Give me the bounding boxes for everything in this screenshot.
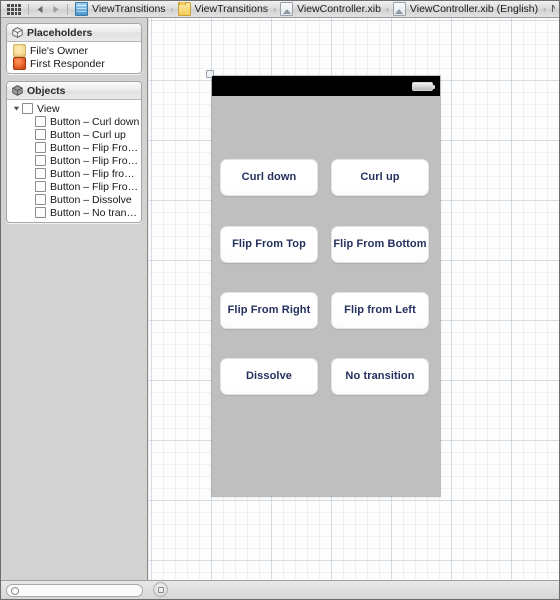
battery-icon <box>412 82 435 91</box>
button-flip-from-bottom[interactable]: Flip From Bottom <box>331 226 429 263</box>
design-canvas[interactable]: Curl down Curl up Flip From Top Flip Fro… <box>149 18 559 599</box>
tree-item-view[interactable]: View <box>7 102 141 115</box>
button-label: Flip From Bottom <box>333 238 427 251</box>
tree-item-button-flip-from-top[interactable]: Button – Flip From Top <box>7 141 141 154</box>
tree-item-label: Button – Dissolve <box>50 193 132 206</box>
bottom-bar <box>1 580 559 599</box>
tree-item-label: View <box>37 102 60 115</box>
breadcrumb-item-selection[interactable]: No Selection <box>550 3 555 15</box>
filter-circle-icon <box>11 586 19 595</box>
view-icon <box>22 103 33 114</box>
tree-item-label: Button – Curl up <box>50 128 126 141</box>
objects-panel: Objects View Button – Curl down Button – <box>6 81 142 223</box>
breadcrumb-label-xib: ViewController.xib <box>297 3 381 15</box>
button-label: No transition <box>345 370 415 383</box>
tree-item-label: Button – Flip From Bo… <box>50 154 141 167</box>
view-icon <box>35 155 46 166</box>
tree-item-button-flip-from-left[interactable]: Button – Flip from Left <box>7 167 141 180</box>
xib-icon <box>280 2 294 16</box>
tree-item-button-no-transition[interactable]: Button – No transition <box>7 206 141 219</box>
button-label: Dissolve <box>245 370 293 383</box>
button-label: Curl up <box>360 171 400 184</box>
dock-sidebar: Placeholders File's Owner First Responde… <box>1 18 148 582</box>
placeholders-title: Placeholders <box>27 26 93 39</box>
list-item-first-responder[interactable]: First Responder <box>7 57 141 70</box>
view-icon <box>35 207 46 218</box>
grid-icon[interactable] <box>7 3 21 15</box>
files-owner-icon <box>13 44 26 57</box>
list-item-files-owner[interactable]: File's Owner <box>7 44 141 57</box>
view-icon <box>35 142 46 153</box>
button-curl-up[interactable]: Curl up <box>331 159 429 196</box>
project-icon <box>75 2 88 16</box>
breadcrumb-label-selection: No Selection <box>550 3 555 15</box>
view-icon <box>35 116 46 127</box>
button-dissolve[interactable]: Dissolve <box>220 358 318 395</box>
button-label: Flip From Top <box>232 238 306 251</box>
view-icon <box>35 168 46 179</box>
tree-item-button-flip-from-right[interactable]: Button – Flip From Right <box>7 180 141 193</box>
breadcrumb-label-project: ViewTransitions <box>92 3 166 15</box>
breadcrumb-item-xib[interactable]: ViewController.xib <box>280 2 382 16</box>
xcode-interface-builder-window: ViewTransitions › ViewTransitions › View… <box>0 0 560 600</box>
breadcrumb-chevron-3: › <box>385 4 389 14</box>
breadcrumb-chevron-1: › <box>170 4 174 14</box>
breadcrumb-chevron-4: › <box>543 4 547 14</box>
objects-header[interactable]: Objects <box>7 82 141 100</box>
view-icon <box>35 194 46 205</box>
objects-tree: View Button – Curl down Button – Curl up… <box>7 100 141 222</box>
first-responder-icon <box>13 57 26 70</box>
jump-bar: ViewTransitions › ViewTransitions › View… <box>1 1 559 18</box>
jump-bar-divider-2 <box>67 3 68 15</box>
breadcrumb-item-project[interactable]: ViewTransitions <box>75 2 167 16</box>
view-controller-canvas-view[interactable]: Curl down Curl up Flip From Top Flip Fro… <box>206 70 440 496</box>
breadcrumb-item-xib-english[interactable]: ViewController.xib (English) <box>392 2 539 16</box>
view-icon <box>35 129 46 140</box>
list-item-label: First Responder <box>30 57 105 70</box>
objects-title: Objects <box>27 84 66 97</box>
breadcrumb-chevron-2: › <box>273 4 277 14</box>
forward-arrow-icon[interactable] <box>48 3 63 16</box>
tree-item-button-dissolve[interactable]: Button – Dissolve <box>7 193 141 206</box>
xib-localized-icon <box>392 2 406 16</box>
view-icon <box>35 181 46 192</box>
tree-item-button-curl-up[interactable]: Button – Curl up <box>7 128 141 141</box>
button-grid: Curl down Curl up Flip From Top Flip Fro… <box>212 96 440 496</box>
button-no-transition[interactable]: No transition <box>331 358 429 395</box>
button-flip-from-top[interactable]: Flip From Top <box>220 226 318 263</box>
filter-input[interactable] <box>19 585 134 596</box>
tree-item-label: Button – Flip From Right <box>50 180 141 193</box>
tree-item-label: Button – Curl down <box>50 115 140 128</box>
button-label: Flip from Left <box>344 304 416 317</box>
breadcrumb-label-folder: ViewTransitions <box>194 3 269 15</box>
tree-item-label: Button – Flip From Top <box>50 141 141 154</box>
breadcrumb-label-xib-english: ViewController.xib (English) <box>409 3 539 15</box>
tree-item-button-flip-from-bottom[interactable]: Button – Flip From Bo… <box>7 154 141 167</box>
cube-icon <box>12 85 23 96</box>
chevron-down-icon[interactable] <box>11 105 22 112</box>
placeholders-header[interactable]: Placeholders <box>7 24 141 42</box>
status-bar <box>212 76 440 96</box>
button-curl-down[interactable]: Curl down <box>220 159 318 196</box>
filter-field[interactable] <box>6 584 143 597</box>
placeholders-panel: Placeholders File's Owner First Responde… <box>6 23 142 74</box>
placeholders-list: File's Owner First Responder <box>7 42 141 73</box>
button-label: Flip From Right <box>227 304 311 317</box>
back-arrow-icon[interactable] <box>33 3 48 16</box>
view-mode-icon[interactable] <box>153 582 168 597</box>
cube-icon <box>12 27 23 38</box>
button-flip-from-right[interactable]: Flip From Right <box>220 292 318 329</box>
breadcrumb: ViewTransitions › ViewTransitions › View… <box>75 2 555 16</box>
breadcrumb-item-folder[interactable]: ViewTransitions <box>177 2 270 16</box>
jump-bar-divider <box>28 3 29 15</box>
tree-item-button-curl-down[interactable]: Button – Curl down <box>7 115 141 128</box>
tree-item-label: Button – Flip from Left <box>50 167 141 180</box>
tree-item-label: Button – No transition <box>50 206 141 219</box>
list-item-label: File's Owner <box>30 44 89 57</box>
button-label: Curl down <box>241 171 297 184</box>
folder-icon <box>177 2 191 16</box>
button-flip-from-left[interactable]: Flip from Left <box>331 292 429 329</box>
